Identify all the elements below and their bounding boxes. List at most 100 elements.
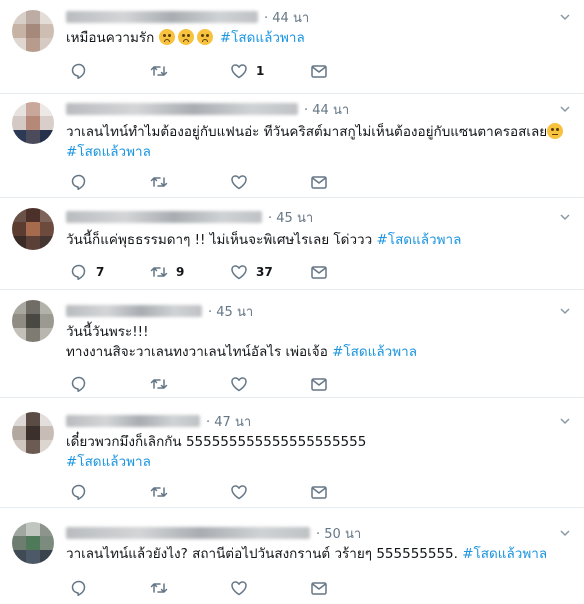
like-icon xyxy=(231,377,247,392)
retweet-icon xyxy=(150,379,168,389)
reply-button[interactable] xyxy=(70,61,96,81)
like-count: 37 xyxy=(256,265,273,279)
avatar[interactable] xyxy=(12,102,54,144)
tweet[interactable]: · 44 นา วาเลนไทน์ทำไมต้องอยู่กับแฟนอ่ะ ท… xyxy=(0,94,584,198)
direct-message-icon xyxy=(311,378,327,391)
reply-icon xyxy=(71,484,86,501)
reply-button[interactable] xyxy=(70,172,96,192)
author-name-blurred[interactable] xyxy=(66,103,298,115)
author-name-blurred[interactable] xyxy=(66,11,258,23)
like-button[interactable]: 1 xyxy=(230,61,264,81)
face-thinking-icon xyxy=(547,123,564,139)
direct-message-button[interactable] xyxy=(310,482,328,502)
tweet[interactable]: · 44 นา เหมือนความรัก #โสดแล้วพาล 1 xyxy=(0,0,584,94)
retweet-icon xyxy=(150,177,168,187)
tweet-timestamp[interactable]: · 50 นา xyxy=(316,523,361,544)
hashtag-link[interactable]: #โสดแล้วพาล xyxy=(220,30,305,46)
avatar[interactable] xyxy=(12,522,54,564)
like-icon xyxy=(231,64,247,79)
reply-icon xyxy=(71,174,86,191)
author-name-blurred[interactable] xyxy=(66,415,200,427)
hashtag-link[interactable]: #โสดแล้วพาล xyxy=(377,232,462,248)
tweet-timestamp[interactable]: · 44 นา xyxy=(304,99,349,120)
tweet-timestamp[interactable]: · 45 นา xyxy=(208,301,253,322)
reply-button[interactable] xyxy=(70,374,96,394)
retweet-icon xyxy=(150,66,168,76)
tweet[interactable]: · 45 นา วันนี้ก็แค่พุธธรรมดาๆ !! ไม่เห็น… xyxy=(0,198,584,290)
chevron-down-icon[interactable] xyxy=(560,306,570,316)
direct-message-icon xyxy=(311,176,327,189)
tweet[interactable]: · 45 นา วันนี้วันพระ!!! ทางงานสิจะวาเลนท… xyxy=(0,290,584,398)
tweet-text-content: วาเลนไทน์ทำไมต้องอยู่กับแฟนอ่ะ ทีวันคริส… xyxy=(66,124,548,140)
like-button[interactable] xyxy=(230,172,256,192)
like-icon xyxy=(231,485,247,500)
tweet-header: · 44 นา xyxy=(66,100,349,118)
reply-icon xyxy=(71,63,86,80)
hashtag-link[interactable]: #โสดแล้วพาล xyxy=(66,454,151,470)
avatar[interactable] xyxy=(12,412,54,454)
tweet-timestamp[interactable]: · 47 นา xyxy=(206,411,251,432)
tweet-header: · 45 นา xyxy=(66,208,313,226)
chevron-down-icon[interactable] xyxy=(560,416,570,426)
direct-message-button[interactable] xyxy=(310,374,328,394)
tweet-text: เดี๋ยวพวกมึงก็เลิกกัน 555555555555555555… xyxy=(66,432,366,472)
avatar[interactable] xyxy=(12,208,54,250)
retweet-button[interactable] xyxy=(150,172,176,192)
direct-message-icon xyxy=(311,266,327,279)
direct-message-button[interactable] xyxy=(310,578,328,598)
like-icon xyxy=(231,581,247,596)
retweet-button[interactable] xyxy=(150,374,176,394)
direct-message-button[interactable] xyxy=(310,172,328,192)
like-button[interactable] xyxy=(230,482,256,502)
direct-message-button[interactable] xyxy=(310,61,328,81)
reply-button[interactable] xyxy=(70,482,96,502)
direct-message-button[interactable] xyxy=(310,262,328,282)
tweet-text-content: ทางงานสิจะวาเลนทงวาเลนไทน์อัลไร เพ่อเจ้อ xyxy=(66,344,328,360)
tweet-text: วาเลนไทน์ทำไมต้องอยู่กับแฟนอ่ะ ทีวันคริส… xyxy=(66,122,566,162)
author-name-blurred[interactable] xyxy=(66,527,310,539)
author-name-blurred[interactable] xyxy=(66,305,202,317)
face-anxious-icon xyxy=(158,29,175,45)
like-icon xyxy=(231,265,247,280)
hashtag-link[interactable]: #โสดแล้วพาล xyxy=(462,546,547,562)
direct-message-icon xyxy=(311,65,327,78)
retweet-button[interactable] xyxy=(150,578,176,598)
retweet-icon xyxy=(150,487,168,497)
retweet-button[interactable] xyxy=(150,61,176,81)
tweet-header: · 47 นา xyxy=(66,412,251,430)
retweet-count: 9 xyxy=(176,265,185,279)
chevron-down-icon[interactable] xyxy=(560,12,570,22)
tweet-timestamp[interactable]: · 44 นา xyxy=(264,7,309,28)
like-icon xyxy=(231,175,247,190)
tweet-text-content: เดี๋ยวพวกมึงก็เลิกกัน 555555555555555555… xyxy=(66,434,367,450)
reply-button[interactable]: 7 xyxy=(70,262,104,282)
reply-button[interactable] xyxy=(70,578,96,598)
retweet-button[interactable] xyxy=(150,482,176,502)
tweet-text-content: วันนี้ก็แค่พุธธรรมดาๆ !! ไม่เห็นจะพิเศษไ… xyxy=(66,232,373,248)
avatar[interactable] xyxy=(12,300,54,342)
tweet-timestamp[interactable]: · 45 นา xyxy=(268,207,313,228)
tweet-text: วันนี้ก็แค่พุธธรรมดาๆ !! ไม่เห็นจะพิเศษไ… xyxy=(66,230,461,250)
tweet-text-content: วาเลนไทน์แล้วยังไง? สถานีต่อไปวันสงกรานต… xyxy=(66,546,458,562)
avatar[interactable] xyxy=(12,10,54,52)
chevron-down-icon[interactable] xyxy=(560,104,570,114)
tweet[interactable]: · 47 นา เดี๋ยวพวกมึงก็เลิกกัน 5555555555… xyxy=(0,398,584,508)
hashtag-link[interactable]: #โสดแล้วพาล xyxy=(66,144,151,160)
chevron-down-icon[interactable] xyxy=(560,212,570,222)
retweet-button[interactable]: 9 xyxy=(150,262,184,282)
like-button[interactable] xyxy=(230,374,256,394)
reply-icon xyxy=(71,264,86,281)
hashtag-link[interactable]: #โสดแล้วพาล xyxy=(332,344,417,360)
tweet-text-content: เหมือนความรัก xyxy=(66,30,155,46)
tweet-header: · 50 นา xyxy=(66,524,361,542)
tweet-text-line: วันนี้วันพระ!!! xyxy=(66,324,149,340)
direct-message-icon xyxy=(311,582,327,595)
like-button[interactable] xyxy=(230,578,256,598)
chevron-down-icon[interactable] xyxy=(560,528,570,538)
retweet-icon xyxy=(150,583,168,593)
author-name-blurred[interactable] xyxy=(66,211,262,223)
tweet[interactable]: · 50 นา วาเลนไทน์แล้วยังไง? สถานีต่อไปวั… xyxy=(0,508,584,604)
retweet-icon xyxy=(150,267,168,277)
like-button[interactable]: 37 xyxy=(230,262,273,282)
tweet-text: วาเลนไทน์แล้วยังไง? สถานีต่อไปวันสงกรานต… xyxy=(66,544,547,564)
